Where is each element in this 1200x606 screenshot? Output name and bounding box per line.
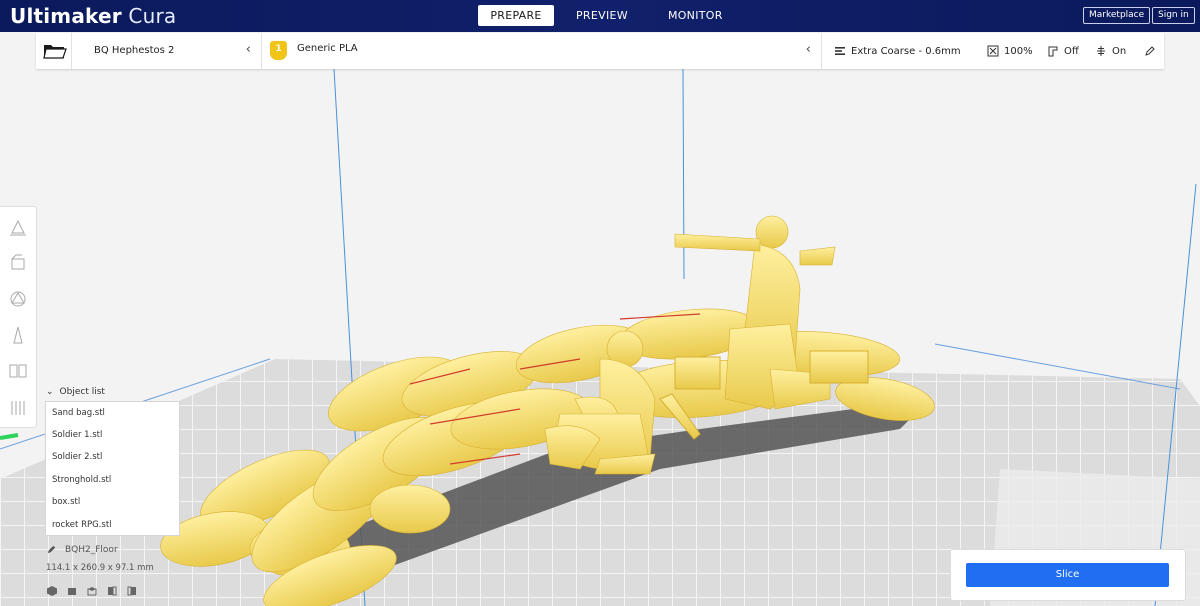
pencil-icon[interactable] [46, 544, 57, 555]
per-model-settings-icon[interactable] [6, 359, 30, 383]
pencil-icon[interactable] [1144, 45, 1156, 57]
support-value: Off [1064, 45, 1079, 57]
tab-monitor[interactable]: MONITOR [650, 5, 741, 26]
view-left-icon[interactable] [106, 585, 118, 597]
action-panel: Slice [950, 549, 1186, 601]
slice-button[interactable]: Slice [966, 563, 1169, 587]
list-item[interactable]: Soldier 2.stl [52, 452, 102, 462]
rotate-tool-icon[interactable] [6, 287, 30, 311]
stage-tabs: PREPARE PREVIEW MONITOR [478, 5, 741, 26]
profile-layers-icon [835, 47, 845, 55]
mirror-tool-icon[interactable] [6, 323, 30, 347]
support-blocker-icon[interactable] [6, 395, 30, 419]
printer-name: BQ Hephestos 2 [94, 45, 175, 56]
scene-dimensions: 114.1 x 260.9 x 97.1 mm [46, 563, 154, 573]
view-top-icon[interactable] [86, 585, 98, 597]
view-right-icon[interactable] [126, 585, 138, 597]
profile-item: Extra Coarse - 0.6mm [834, 45, 961, 57]
move-tool-icon[interactable] [6, 215, 30, 239]
top-bar: Ultimaker Cura PREPARE PREVIEW MONITOR M… [0, 0, 1200, 32]
ammo-box-model [674, 356, 721, 390]
sign-in-button[interactable]: Sign in [1152, 7, 1195, 24]
list-item[interactable]: box.stl [52, 497, 80, 507]
build-plate-label: BQH2_Floor [65, 544, 118, 555]
tool-panel [0, 206, 37, 428]
support-icon [1048, 46, 1058, 57]
adhesion-icon [1097, 46, 1105, 56]
list-item[interactable]: rocket RPG.stl [52, 520, 112, 530]
object-list-title: Object list [59, 387, 105, 397]
app-logo: Ultimaker Cura [10, 4, 176, 28]
list-item[interactable]: Stronghold.stl [52, 475, 111, 485]
adhesion-value: On [1112, 45, 1127, 57]
brand-name-light: Cura [128, 4, 177, 28]
tab-prepare[interactable]: PREPARE [478, 5, 554, 26]
scale-tool-icon[interactable] [6, 251, 30, 275]
chevron-down-icon: ⌄ [46, 387, 54, 397]
adhesion-item: On [1095, 45, 1126, 57]
marketplace-button[interactable]: Marketplace [1083, 7, 1151, 24]
infill-value: 100% [1004, 45, 1033, 57]
open-file-button[interactable] [36, 33, 72, 69]
chevron-left-icon: ‹ [805, 42, 811, 57]
material-name: Generic PLA [297, 43, 358, 54]
object-list: Sand bag.stl Soldier 1.stl Soldier 2.stl… [45, 401, 180, 536]
extruder-badge: 1 [270, 41, 287, 60]
list-item[interactable]: Soldier 1.stl [52, 430, 102, 440]
folder-icon [43, 45, 67, 59]
tab-preview[interactable]: PREVIEW [558, 5, 646, 26]
ammo-box-model [809, 350, 869, 384]
view-orientation-buttons [46, 585, 138, 597]
profile-label: Extra Coarse - 0.6mm [851, 45, 961, 57]
list-item[interactable]: Sand bag.stl [52, 408, 105, 418]
brand-name-bold: Ultimaker [10, 4, 122, 28]
support-item: Off [1047, 45, 1079, 57]
axis-indicator-green [0, 433, 19, 440]
material-selector[interactable]: 1 Generic PLA ‹ [262, 33, 822, 69]
infill-item: 100% [987, 45, 1033, 57]
build-volume-viewport[interactable] [0, 69, 1200, 606]
view-front-icon[interactable] [66, 585, 78, 597]
view-3d-icon[interactable] [46, 585, 58, 597]
chevron-left-icon: ‹ [245, 42, 251, 57]
build-plate-name: BQH2_Floor [46, 544, 118, 555]
infill-icon [987, 45, 999, 57]
object-list-header[interactable]: ⌄ Object list [46, 387, 105, 397]
print-settings-selector[interactable]: Extra Coarse - 0.6mm 100% Off On [822, 33, 1164, 69]
printer-selector[interactable]: BQ Hephestos 2 ‹ [82, 33, 262, 69]
